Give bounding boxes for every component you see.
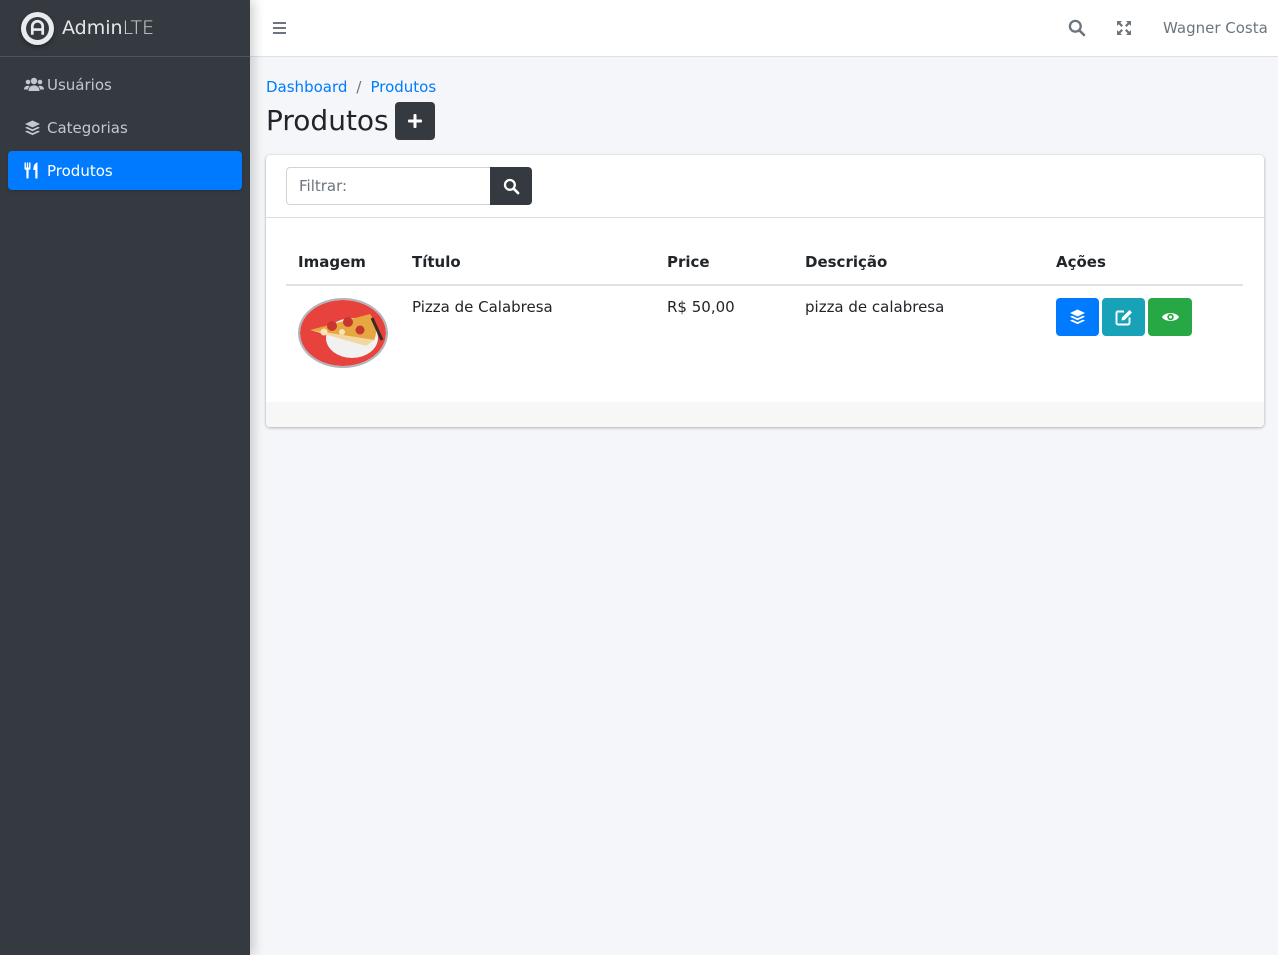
breadcrumb-link-produtos[interactable]: Produtos [370, 78, 436, 96]
cell-price: R$ 50,00 [667, 298, 735, 316]
page-title: Produtos [266, 104, 389, 138]
card-header [266, 155, 1264, 218]
categories-button[interactable] [1056, 298, 1099, 336]
column-header-descricao: Descrição [793, 238, 1044, 286]
edit-icon [1115, 309, 1132, 325]
breadcrumb: Dashboard / Produtos [266, 78, 1264, 96]
edit-button[interactable] [1102, 298, 1145, 336]
search-icon [1068, 19, 1086, 37]
adminlte-logo-icon [21, 11, 54, 45]
utensils-icon [24, 162, 44, 179]
main-content: Dashboard / Produtos Produtos Filtrar: I… [266, 57, 1264, 427]
filter-input[interactable] [286, 167, 490, 205]
product-image [298, 298, 388, 368]
breadcrumb-link-dashboard[interactable]: Dashboard [266, 78, 347, 96]
sidebar-item-label: Usuários [47, 75, 112, 94]
menu-toggle-button[interactable] [272, 19, 290, 37]
sidebar-item-produtos[interactable]: Produtos [8, 151, 242, 190]
sidebar-item-usuarios[interactable]: Usuários [8, 65, 242, 104]
add-product-button[interactable] [394, 102, 435, 140]
column-header-imagem: Imagem [286, 238, 400, 286]
column-header-price: Price [655, 238, 793, 286]
user-menu[interactable]: Wagner Costa [1163, 19, 1268, 37]
title-row: Produtos [266, 102, 1264, 140]
table-header-row: Imagem Título Price Descrição Ações [286, 238, 1243, 286]
products-table: Imagem Título Price Descrição Ações Pizz… [286, 238, 1243, 380]
sidebar-nav: Usuários Categorias Produtos [0, 57, 250, 202]
sidebar-item-label: Categorias [47, 118, 128, 137]
breadcrumb-separator: / [356, 78, 362, 96]
cell-image [286, 285, 400, 380]
eye-icon [1161, 313, 1179, 321]
search-icon [503, 178, 519, 194]
cell-description: pizza de calabresa [805, 298, 945, 316]
sidebar: AdminLTE Usuários Categorias Produtos [0, 0, 250, 955]
column-header-titulo: Título [400, 238, 655, 286]
products-card: Imagem Título Price Descrição Ações [266, 155, 1264, 427]
table-row: Pizza de Calabresa R$ 50,00 pizza de cal… [286, 285, 1243, 380]
brand-name: AdminLTE [62, 17, 155, 39]
view-button[interactable] [1148, 298, 1192, 336]
brand-link[interactable]: AdminLTE [0, 0, 250, 57]
column-header-acoes: Ações [1044, 238, 1243, 286]
hamburger-icon [273, 22, 286, 34]
cell-actions [1044, 285, 1243, 380]
filter-search-button[interactable] [490, 167, 532, 205]
card-footer [266, 402, 1264, 427]
plus-icon [407, 114, 422, 128]
row-actions [1056, 298, 1231, 336]
top-navbar: Wagner Costa [250, 0, 1278, 57]
navbar-search-button[interactable] [1068, 19, 1086, 41]
card-body: Imagem Título Price Descrição Ações Pizz… [266, 218, 1264, 380]
users-icon [24, 77, 44, 92]
expand-arrows-icon [1117, 21, 1131, 35]
fullscreen-button[interactable] [1116, 20, 1132, 40]
cell-title: Pizza de Calabresa [412, 298, 553, 316]
sidebar-item-label: Produtos [47, 161, 113, 180]
layers-icon [1070, 309, 1085, 325]
sidebar-item-categorias[interactable]: Categorias [8, 108, 242, 147]
pizza-photo-icon [300, 300, 386, 366]
layers-icon [24, 120, 44, 136]
